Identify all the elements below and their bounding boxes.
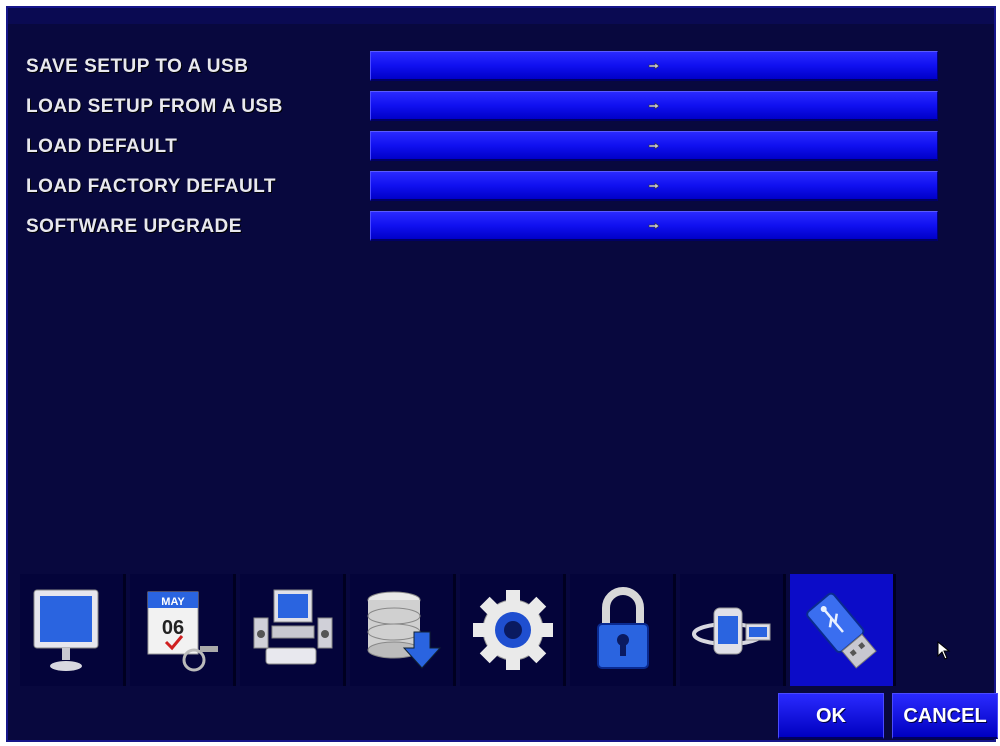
- row-load-default: LOAD DEFAULT: [26, 128, 946, 168]
- row-label: SOFTWARE UPGRADE: [26, 216, 242, 237]
- usb-drive-icon: [806, 592, 877, 669]
- software-upgrade-button[interactable]: [370, 211, 938, 241]
- menu-toolbar: MAY 06: [20, 574, 900, 688]
- calendar-month: MAY: [161, 596, 185, 608]
- row-label: LOAD SETUP FROM A USB: [26, 96, 283, 117]
- calendar-icon: MAY 06: [147, 591, 218, 672]
- tab-date-time[interactable]: MAY 06: [130, 574, 236, 686]
- tab-usb[interactable]: [790, 574, 896, 686]
- settings-list: SAVE SETUP TO A USB LOAD SETUP FROM A US…: [26, 48, 946, 248]
- tab-display[interactable]: [20, 574, 126, 686]
- setup-screen: SAVE SETUP TO A USB LOAD SETUP FROM A US…: [6, 6, 998, 742]
- computer-speakers-icon: [253, 589, 333, 665]
- load-default-button[interactable]: [370, 131, 938, 161]
- monitor-icon: [33, 589, 99, 671]
- tab-storage[interactable]: [350, 574, 456, 686]
- load-factory-default-button[interactable]: [370, 171, 938, 201]
- database-download-icon: [367, 591, 442, 669]
- row-label: LOAD DEFAULT: [26, 136, 178, 157]
- row-label: SAVE SETUP TO A USB: [26, 56, 249, 77]
- cancel-button[interactable]: CANCEL: [892, 693, 998, 739]
- row-load-factory-default: LOAD FACTORY DEFAULT: [26, 168, 946, 208]
- gear-icon: [473, 590, 553, 670]
- tab-system[interactable]: [240, 574, 346, 686]
- ok-button[interactable]: OK: [778, 693, 884, 739]
- tab-security[interactable]: [570, 574, 676, 686]
- mouse-cursor-icon: [937, 640, 951, 660]
- tab-network[interactable]: [680, 574, 786, 686]
- network-globe-icon: [692, 607, 771, 655]
- hand-pointer-icon: [648, 101, 660, 110]
- load-setup-usb-button[interactable]: [370, 91, 938, 121]
- top-strip: [8, 8, 994, 24]
- row-label: LOAD FACTORY DEFAULT: [26, 176, 276, 197]
- tab-settings[interactable]: [460, 574, 566, 686]
- save-setup-usb-button[interactable]: [370, 51, 938, 81]
- padlock-icon: [597, 587, 649, 669]
- row-software-upgrade: SOFTWARE UPGRADE: [26, 208, 946, 248]
- hand-pointer-icon: [648, 221, 660, 230]
- hand-pointer-icon: [648, 181, 660, 190]
- hand-pointer-icon: [648, 61, 660, 70]
- row-save-setup-usb: SAVE SETUP TO A USB: [26, 48, 946, 88]
- hand-pointer-icon: [648, 141, 660, 150]
- row-load-setup-usb: LOAD SETUP FROM A USB: [26, 88, 946, 128]
